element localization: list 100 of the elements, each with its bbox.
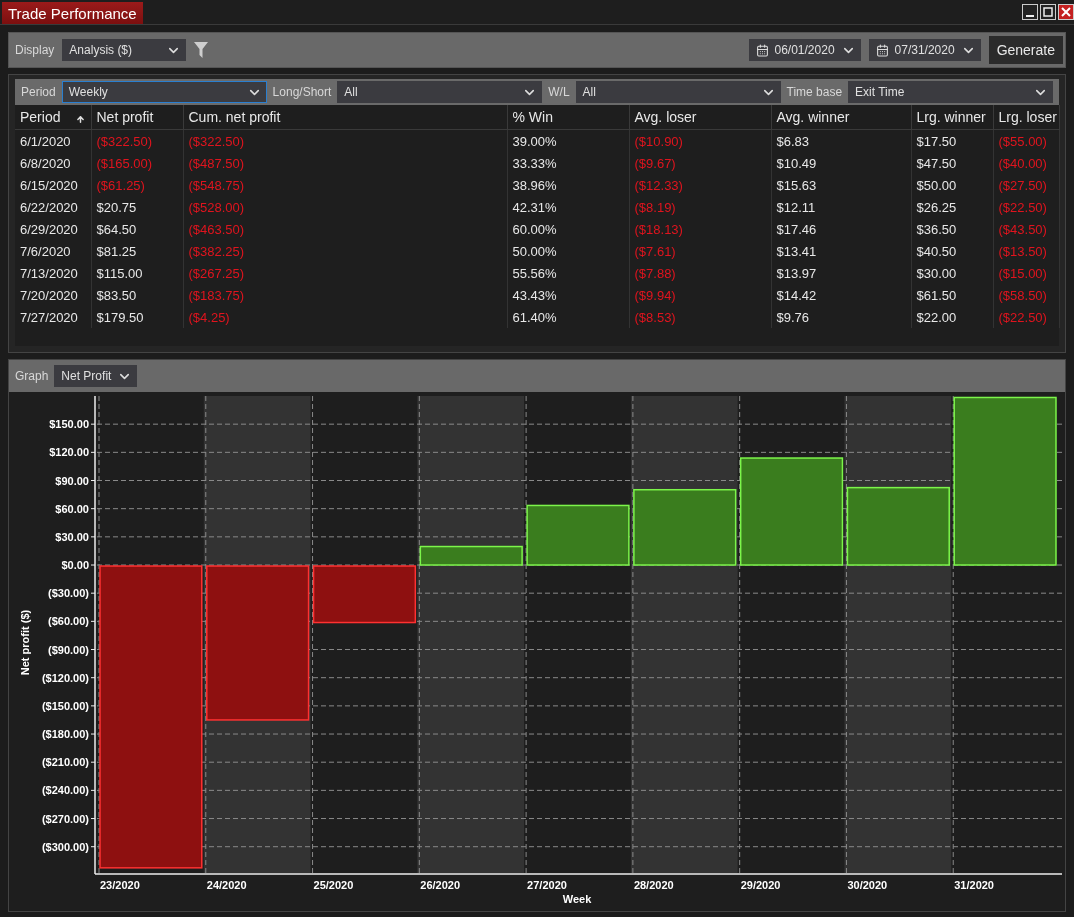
table-cell: 55.56% (507, 262, 629, 284)
table-cell: $61.50 (911, 284, 993, 306)
maximize-icon (1043, 7, 1053, 17)
x-tick-label: 26/2020 (420, 879, 461, 891)
table-cell: $17.50 (911, 129, 993, 152)
table-cell: ($382.25) (183, 240, 507, 262)
maximize-button[interactable] (1040, 4, 1056, 20)
table-cell: $83.50 (91, 284, 183, 306)
table-cell: 42.31% (507, 196, 629, 218)
y-tick-label: $150.00 (49, 418, 89, 431)
filter-icon[interactable] (194, 42, 209, 58)
table-cell: ($40.00) (993, 152, 1059, 174)
table-cell: ($183.75) (183, 284, 507, 306)
start-date-picker[interactable]: 06/01/2020 (748, 39, 861, 61)
filter-select[interactable]: All (337, 81, 543, 103)
filter-label: Period (21, 85, 56, 99)
filter-select[interactable]: Exit Time (848, 81, 1053, 103)
minimize-icon (1026, 14, 1034, 17)
close-button[interactable] (1058, 4, 1074, 20)
table-cell: ($7.61) (629, 240, 771, 262)
display-select[interactable]: Analysis ($) (62, 39, 187, 61)
table-cell: 7/13/2020 (15, 262, 91, 284)
y-tick-label: ($240.00) (41, 784, 89, 797)
table-cell: $115.00 (91, 262, 183, 284)
column-header[interactable]: Avg. loser (629, 105, 771, 130)
table-cell: ($43.50) (993, 218, 1059, 240)
table-cell: $13.97 (771, 262, 911, 284)
calendar-icon (875, 43, 889, 57)
column-header[interactable]: Net profit (91, 105, 183, 130)
table-cell: ($55.00) (993, 129, 1059, 152)
column-header[interactable]: Avg. winner (771, 105, 911, 130)
table-cell: ($548.75) (183, 174, 507, 196)
x-tick-label: 27/2020 (527, 879, 567, 891)
table-cell: $14.42 (771, 284, 911, 306)
table-cell: 6/8/2020 (15, 152, 91, 174)
table-cell: $47.50 (911, 152, 993, 174)
x-tick-label: 29/2020 (740, 879, 781, 891)
table-cell: ($463.50) (183, 218, 507, 240)
y-tick-label: $60.00 (55, 502, 89, 515)
filter-label: Time base (786, 85, 843, 99)
y-tick-label: $0.00 (61, 559, 89, 571)
table-cell: ($9.67) (629, 152, 771, 174)
table-cell: 6/29/2020 (15, 218, 91, 240)
table-cell: ($7.88) (629, 262, 771, 284)
table-cell: ($528.00) (183, 196, 507, 218)
table-cell: 33.33% (507, 152, 629, 174)
x-tick-label: 23/2020 (100, 879, 140, 891)
table-cell: 38.96% (507, 174, 629, 196)
generate-button[interactable]: Generate (988, 36, 1063, 64)
table-cell: ($13.50) (993, 240, 1059, 262)
x-tick-label: 31/2020 (954, 879, 994, 891)
graph-select[interactable]: Net Profit (54, 365, 138, 387)
y-axis-title: Net profit ($) (19, 609, 31, 676)
y-tick-label: ($90.00) (48, 643, 89, 656)
table-cell: ($27.50) (993, 174, 1059, 196)
table-cell: $81.25 (91, 240, 183, 262)
x-tick-label: 30/2020 (847, 879, 888, 891)
table-cell: ($15.00) (993, 262, 1059, 284)
column-header[interactable]: Lrg. loser (993, 105, 1059, 130)
table-cell: 60.00% (507, 218, 629, 240)
column-header[interactable]: % Win (507, 105, 629, 130)
table-cell: 43.43% (507, 284, 629, 306)
filter-label: W/L (548, 85, 570, 99)
table-cell: $40.50 (911, 240, 993, 262)
table-cell: $12.11 (771, 196, 911, 218)
y-tick-label: ($120.00) (41, 671, 89, 684)
table-cell: ($322.50) (183, 129, 507, 152)
column-header[interactable]: Lrg. winner (911, 105, 993, 130)
filter-select[interactable]: All (575, 81, 781, 103)
y-tick-label: ($150.00) (41, 699, 89, 712)
table-cell: $13.41 (771, 240, 911, 262)
table-cell: ($8.19) (629, 196, 771, 218)
table-cell: $20.75 (91, 196, 183, 218)
y-tick-label: $30.00 (55, 530, 89, 543)
filter-select[interactable]: Weekly (61, 81, 267, 103)
table-cell: $6.83 (771, 129, 911, 152)
column-header[interactable]: Cum. net profit (183, 105, 507, 130)
table-cell: 7/20/2020 (15, 284, 91, 306)
end-date-picker[interactable]: 07/31/2020 (868, 39, 981, 61)
graph-label: Graph (15, 369, 49, 383)
x-axis-title: Week (562, 893, 592, 905)
table-cell: $17.46 (771, 218, 911, 240)
table-cell: ($165.00) (91, 152, 183, 174)
y-tick-label: $120.00 (49, 446, 89, 459)
table-cell: $50.00 (911, 174, 993, 196)
x-tick-label: 24/2020 (206, 879, 247, 891)
x-tick-label: 25/2020 (313, 879, 354, 891)
y-tick-label: ($180.00) (41, 728, 89, 741)
table-cell: 39.00% (507, 129, 629, 152)
display-label: Display (15, 43, 55, 57)
close-icon (1061, 7, 1071, 17)
table-cell: $64.50 (91, 218, 183, 240)
y-tick-label: ($30.00) (48, 587, 89, 600)
table-cell: ($58.50) (993, 284, 1059, 306)
column-header[interactable]: Period (15, 105, 91, 130)
filter-label: Long/Short (272, 85, 332, 99)
table-cell: $15.63 (771, 174, 911, 196)
table-cell: ($9.94) (629, 284, 771, 306)
minimize-button[interactable] (1022, 4, 1038, 20)
window-title: Trade Performance (2, 2, 143, 24)
